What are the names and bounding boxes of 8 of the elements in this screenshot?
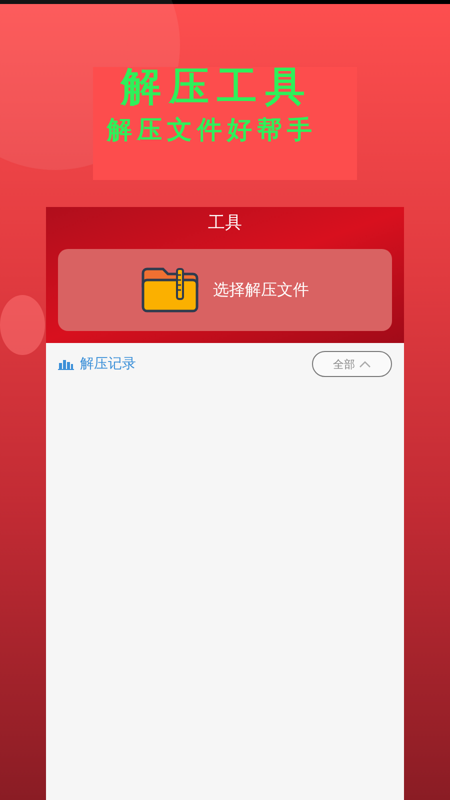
card-title: 工具 bbox=[208, 212, 242, 234]
zip-folder-icon bbox=[141, 267, 199, 313]
filter-dropdown[interactable]: 全部 bbox=[312, 351, 392, 377]
chart-icon bbox=[58, 358, 74, 370]
history-title: 解压记录 bbox=[80, 355, 137, 373]
banner-subtitle: 解压文件好帮手 bbox=[107, 114, 317, 146]
select-file-button[interactable]: 选择解压文件 bbox=[58, 249, 392, 331]
banner-title: 解压工具 bbox=[121, 63, 313, 112]
